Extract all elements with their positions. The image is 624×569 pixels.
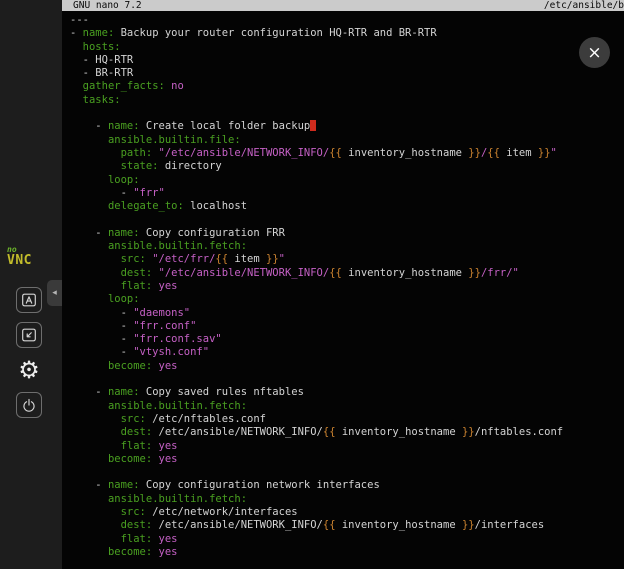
- control-bar-handle[interactable]: ◂: [47, 280, 62, 306]
- editor-line: ansible.builtin.fetch:: [70, 400, 624, 413]
- editor-line: flat: yes: [70, 440, 624, 453]
- editor-line: [70, 213, 624, 226]
- close-icon: ×: [587, 43, 601, 63]
- editor-line: src: /etc/network/interfaces: [70, 506, 624, 519]
- terminal-window: GNU nano 7.2 /etc/ansible/b ---- name: B…: [62, 0, 624, 569]
- close-button[interactable]: ×: [579, 37, 610, 68]
- editor-line: flat: yes: [70, 280, 624, 293]
- editor-line: - name: Copy configuration network inter…: [70, 479, 624, 492]
- editor-line: ansible.builtin.file:: [70, 134, 624, 147]
- editor-line: [70, 373, 624, 386]
- editor-line: delegate_to: localhost: [70, 200, 624, 213]
- editor-line: loop:: [70, 293, 624, 306]
- editor-line: ansible.builtin.fetch:: [70, 493, 624, 506]
- editor-line: - name: Copy configuration FRR: [70, 227, 624, 240]
- settings-button[interactable]: ⚙: [16, 357, 42, 383]
- editor-line: - "frr.conf": [70, 320, 624, 333]
- fullscreen-button[interactable]: [16, 322, 42, 348]
- nano-titlebar: GNU nano 7.2 /etc/ansible/b: [62, 0, 624, 11]
- editor-line: - BR-RTR: [70, 67, 624, 80]
- editor-line: src: "/etc/frr/{{ item }}": [70, 253, 624, 266]
- editor-line: dest: /etc/ansible/NETWORK_INFO/{{ inven…: [70, 519, 624, 532]
- editor-line: hosts:: [70, 41, 624, 54]
- editor-line: gather_facts: no: [70, 80, 624, 93]
- novnc-logo: no VNC: [7, 246, 32, 267]
- editor-line: tasks:: [70, 94, 624, 107]
- novnc-logo-text: VNC: [7, 254, 32, 267]
- editor-line: become: yes: [70, 546, 624, 559]
- vnc-viewer-screen: no VNC ◂ ⚙ GNU nano 7.2 /etc/ansible/b -…: [0, 0, 624, 569]
- editor-line: become: yes: [70, 453, 624, 466]
- editor-line: - name: Create local folder backup: [70, 120, 624, 133]
- power-button[interactable]: [16, 392, 42, 418]
- editor-line: - HQ-RTR: [70, 54, 624, 67]
- editor-line: [70, 466, 624, 479]
- editor-line: src: /etc/nftables.conf: [70, 413, 624, 426]
- power-icon: [20, 396, 38, 414]
- editor-line: dest: /etc/ansible/NETWORK_INFO/{{ inven…: [70, 426, 624, 439]
- editor-line: - "daemons": [70, 307, 624, 320]
- fullscreen-icon: [20, 326, 38, 344]
- editor-line: - name: Backup your router configuration…: [70, 27, 624, 40]
- editor-line: flat: yes: [70, 533, 624, 546]
- editor-line: ansible.builtin.fetch:: [70, 240, 624, 253]
- editor-line: path: "/etc/ansible/NETWORK_INFO/{{ inve…: [70, 147, 624, 160]
- nano-editor[interactable]: ---- name: Backup your router configurat…: [62, 11, 624, 559]
- editor-line: loop:: [70, 174, 624, 187]
- vnc-control-bar: no VNC ◂ ⚙: [0, 0, 62, 569]
- editor-line: - "frr.conf.sav": [70, 333, 624, 346]
- nano-filepath-label: /etc/ansible/b: [544, 0, 624, 11]
- editor-line: - name: Copy saved rules nftables: [70, 386, 624, 399]
- editor-line: - "vtysh.conf": [70, 346, 624, 359]
- clipboard-icon: [20, 291, 38, 309]
- editor-line: - "frr": [70, 187, 624, 200]
- chevron-left-icon: ◂: [52, 288, 57, 298]
- clipboard-button[interactable]: [16, 287, 42, 313]
- gear-icon: ⚙: [18, 358, 40, 382]
- editor-line: [70, 107, 624, 120]
- editor-line: ---: [70, 14, 624, 27]
- control-bar-buttons: ⚙: [16, 287, 42, 418]
- editor-line: dest: "/etc/ansible/NETWORK_INFO/{{ inve…: [70, 267, 624, 280]
- nano-version-label: GNU nano 7.2: [73, 0, 142, 11]
- text-cursor: [310, 120, 316, 131]
- editor-line: become: yes: [70, 360, 624, 373]
- editor-line: state: directory: [70, 160, 624, 173]
